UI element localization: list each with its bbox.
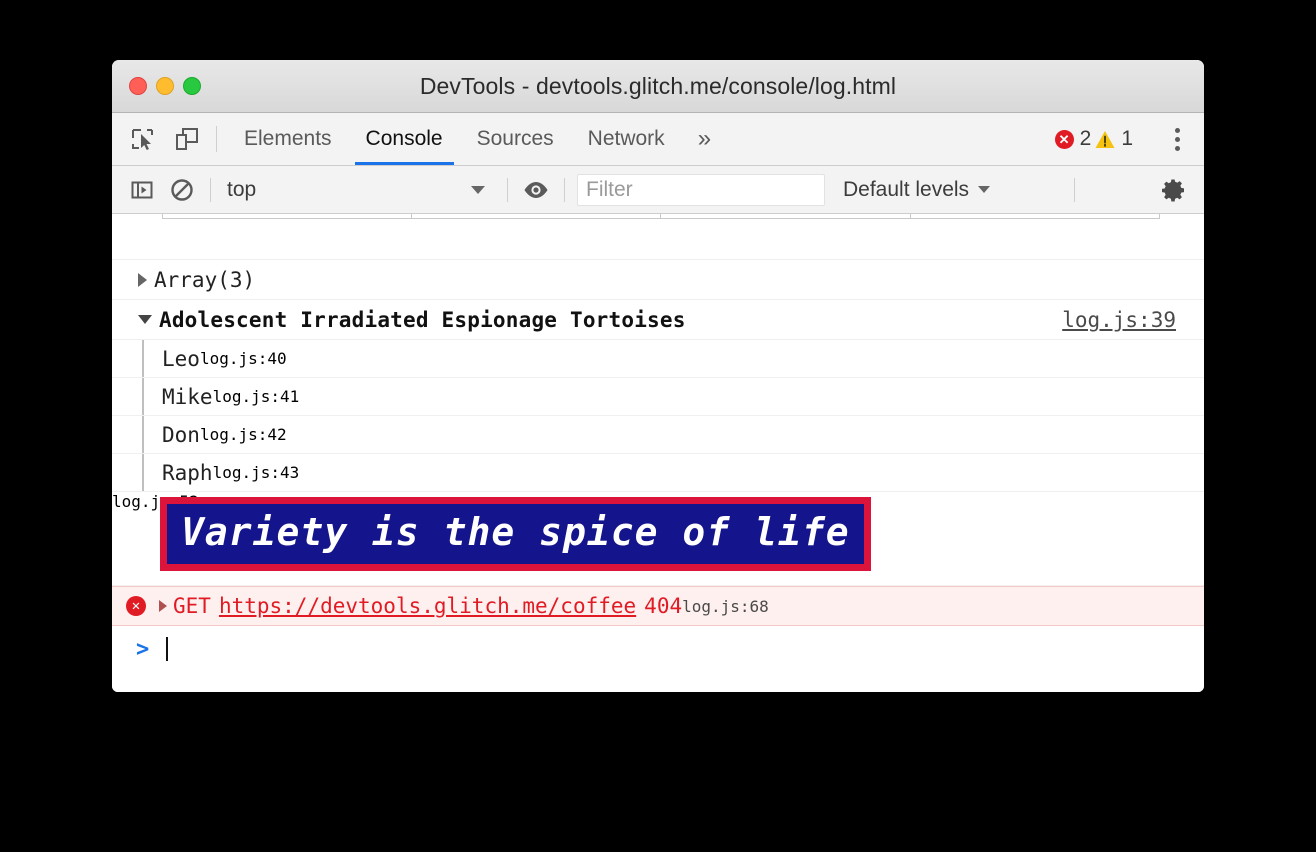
array-label: Array(3) — [154, 268, 255, 292]
minimize-window-button[interactable] — [156, 77, 174, 95]
array-row-content: Array(3) — [112, 268, 255, 292]
maximize-window-button[interactable] — [183, 77, 201, 95]
close-window-button[interactable] — [129, 77, 147, 95]
log-levels-label: Default levels — [843, 178, 969, 202]
group-item-source-link[interactable]: log.js:43 — [213, 463, 300, 482]
console-group-item: Raph log.js:43 — [112, 454, 1204, 492]
console-sidebar-icon[interactable] — [126, 174, 158, 206]
kebab-menu-icon[interactable] — [1162, 128, 1192, 151]
warning-triangle-icon — [1095, 130, 1115, 149]
console-group-item: Leo log.js:40 — [112, 340, 1204, 378]
tab-sources-label: Sources — [477, 127, 554, 151]
more-tabs-icon[interactable]: » — [682, 113, 727, 165]
group-item-source-link[interactable]: log.js:42 — [200, 425, 287, 444]
traffic-lights — [129, 77, 201, 95]
window-titlebar: DevTools - devtools.glitch.me/console/lo… — [112, 60, 1204, 113]
group-item-label: Mike — [112, 385, 213, 409]
group-item-label: Leo — [112, 347, 200, 371]
clear-console-icon[interactable] — [166, 174, 198, 206]
console-styled-message: Variety is the spice of life log.js:52 — [112, 492, 1204, 586]
tab-sources[interactable]: Sources — [460, 113, 571, 165]
tab-network-label: Network — [588, 127, 665, 151]
toolbar-divider-2 — [507, 178, 508, 202]
settings-gear-icon[interactable] — [1158, 174, 1190, 206]
group-item-source-link[interactable]: log.js:41 — [213, 387, 300, 406]
table-cell-lastname: "Matisse" — [661, 214, 910, 219]
console-group-items: Leo log.js:40 Mike log.js:41 Don log.js:… — [112, 340, 1204, 492]
toolbar-divider-4 — [1074, 178, 1075, 202]
tabbar-divider — [216, 126, 217, 152]
warning-counter[interactable]: 1 — [1095, 127, 1133, 151]
group-item-source-link[interactable]: log.js:40 — [200, 349, 287, 368]
collapse-triangle-icon[interactable] — [138, 315, 152, 324]
chevron-down-icon — [471, 186, 485, 194]
devtools-tabbar: Elements Console Sources Network » ✕ 2 — [112, 113, 1204, 166]
group-item-label: Don — [112, 423, 200, 447]
group-header-source-link[interactable]: log.js:39 — [1062, 308, 1176, 332]
expand-triangle-icon[interactable] — [159, 600, 167, 612]
console-group-item: Mike log.js:41 — [112, 378, 1204, 416]
tab-network[interactable]: Network — [571, 113, 682, 165]
tab-console[interactable]: Console — [349, 113, 460, 165]
devtools-window: DevTools - devtools.glitch.me/console/lo… — [112, 60, 1204, 692]
tab-console-label: Console — [366, 127, 443, 151]
styled-message-text: Variety is the spice of life — [181, 510, 850, 554]
log-levels-select[interactable]: Default levels — [843, 178, 990, 202]
group-header-label: Adolescent Irradiated Espionage Tortoise… — [159, 308, 686, 332]
console-error-message[interactable]: ✕ GET https://devtools.glitch.me/coffee … — [112, 586, 1204, 626]
console-array-message[interactable]: Array(3) — [112, 260, 1204, 300]
panel-tabs: Elements Console Sources Network » — [227, 113, 727, 165]
console-group-item: Don log.js:42 — [112, 416, 1204, 454]
tab-elements-label: Elements — [244, 127, 332, 151]
table-cell-empty — [910, 214, 1159, 219]
group-item-label: Raph — [112, 461, 213, 485]
error-circle-x-icon: ✕ — [126, 596, 146, 616]
expand-triangle-icon[interactable] — [138, 273, 147, 287]
error-counter[interactable]: ✕ 2 — [1055, 127, 1092, 151]
toolbar-divider-3 — [564, 178, 565, 202]
console-table-message: 2 "Henri" "Matisse" — [112, 214, 1204, 260]
table-row: 2 "Henri" "Matisse" — [163, 214, 1160, 219]
console-group-header[interactable]: Adolescent Irradiated Espionage Tortoise… — [112, 300, 1204, 340]
console-table: 2 "Henri" "Matisse" — [162, 214, 1160, 219]
execution-context-value: top — [227, 178, 256, 202]
live-expression-eye-icon[interactable] — [520, 174, 552, 206]
console-toolbar: top Default levels — [112, 166, 1204, 214]
error-circle-x-icon: ✕ — [1055, 130, 1074, 149]
more-tabs-label: » — [698, 125, 711, 153]
console-prompt[interactable]: > — [112, 626, 1204, 672]
warning-count-label: 1 — [1121, 127, 1133, 151]
tab-elements[interactable]: Elements — [227, 113, 349, 165]
execution-context-select[interactable]: top — [223, 178, 495, 202]
error-count-label: 2 — [1080, 127, 1092, 151]
prompt-chevron-icon: > — [136, 637, 149, 662]
error-method-label: GET — [173, 594, 211, 618]
tabbar-tool-icons — [112, 113, 204, 165]
styled-message-box: Variety is the spice of life — [160, 497, 871, 571]
inspect-element-icon[interactable] — [126, 122, 160, 156]
chevron-down-icon — [978, 186, 990, 193]
console-message-list[interactable]: 2 "Henri" "Matisse" Array(3) Adolescent … — [112, 214, 1204, 692]
device-toolbar-icon[interactable] — [170, 122, 204, 156]
error-source-link[interactable]: log.js:68 — [682, 597, 769, 616]
window-title: DevTools - devtools.glitch.me/console/lo… — [112, 73, 1204, 100]
error-url-link[interactable]: https://devtools.glitch.me/coffee — [219, 594, 636, 618]
error-status-label: 404 — [644, 594, 682, 618]
tabbar-status-area: ✕ 2 1 — [1055, 113, 1204, 165]
table-cell-firstname: "Henri" — [412, 214, 661, 219]
toolbar-divider-1 — [210, 178, 211, 202]
filter-input[interactable] — [577, 174, 825, 206]
text-cursor — [166, 637, 168, 661]
table-cell-index: 2 — [163, 214, 412, 219]
